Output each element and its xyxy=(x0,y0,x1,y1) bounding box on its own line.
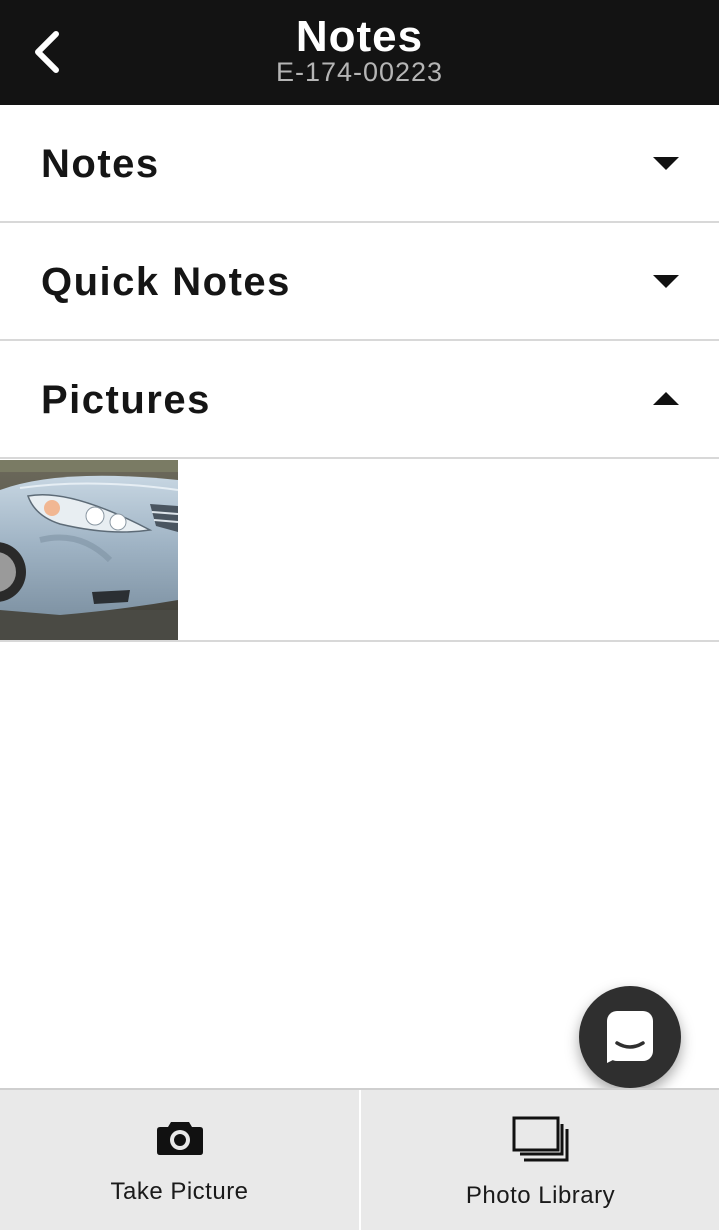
section-notes[interactable]: Notes xyxy=(0,105,719,223)
caret-down-icon xyxy=(653,275,679,288)
pictures-grid xyxy=(0,460,719,642)
caret-down-icon xyxy=(653,157,679,170)
page-subtitle: E-174-00223 xyxy=(275,57,444,87)
picture-thumbnail[interactable] xyxy=(0,460,178,640)
photo-library-button[interactable]: Photo Library xyxy=(361,1090,719,1230)
take-picture-button[interactable]: Take Picture xyxy=(0,1090,361,1230)
top-header: Notes E-174-00223 xyxy=(0,0,719,105)
chat-icon xyxy=(607,1011,653,1063)
page-title: Notes xyxy=(295,12,424,61)
section-pictures[interactable]: Pictures xyxy=(0,341,719,459)
bottom-action-bar: Take Picture Photo Library xyxy=(0,1088,719,1230)
section-label: Notes xyxy=(41,142,160,186)
caret-up-icon xyxy=(653,392,679,405)
camera-icon xyxy=(156,1122,203,1155)
photo-library-icon xyxy=(512,1116,568,1162)
section-quick-notes[interactable]: Quick Notes xyxy=(0,223,719,341)
section-label: Pictures xyxy=(41,378,211,422)
section-label: Quick Notes xyxy=(41,260,291,304)
photo-library-label: Photo Library xyxy=(465,1182,616,1209)
car-photo xyxy=(0,460,178,640)
chat-button[interactable] xyxy=(579,986,681,1088)
take-picture-label: Take Picture xyxy=(110,1178,249,1205)
